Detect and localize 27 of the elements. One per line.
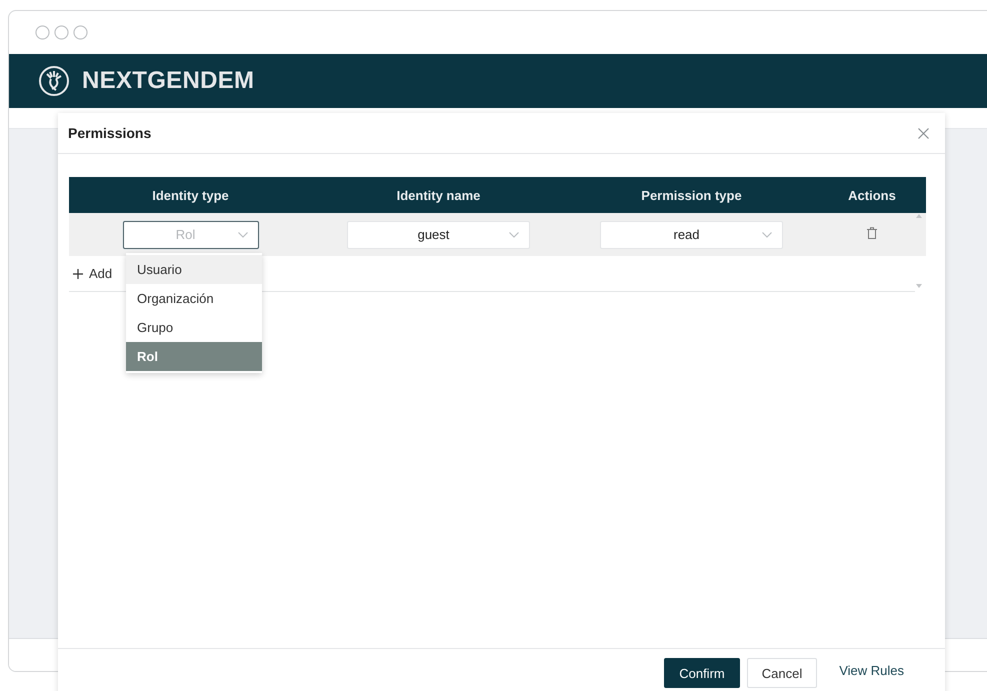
column-header: Identity name <box>312 177 565 213</box>
chevron-down-icon <box>238 232 248 238</box>
logo-icon <box>38 65 70 97</box>
chevron-down-icon <box>509 232 519 238</box>
scroll-down-icon[interactable] <box>915 284 923 289</box>
trash-icon[interactable] <box>867 226 877 238</box>
window-dot-icon[interactable] <box>73 25 88 40</box>
dropdown-option[interactable]: Rol <box>126 342 262 371</box>
column-header: Identity type <box>69 177 312 213</box>
select-field[interactable]: guest <box>347 220 530 248</box>
view-rules-link[interactable]: View Rules <box>824 655 919 685</box>
cancel-button[interactable]: Cancel <box>746 658 818 688</box>
dropdown-option[interactable]: Grupo <box>126 313 262 342</box>
column-header: Actions <box>818 177 926 213</box>
close-icon[interactable] <box>918 128 929 138</box>
window-dot-icon[interactable] <box>35 25 50 40</box>
column-header: Permission type <box>565 177 818 213</box>
dropdown-option[interactable]: Organización <box>126 284 262 313</box>
app-title: NEXTGENDEM <box>82 67 254 95</box>
dialog-title: Permissions <box>68 125 152 141</box>
add-button[interactable]: Add <box>89 266 112 281</box>
chevron-down-icon <box>762 232 772 238</box>
window-dot-icon[interactable] <box>54 25 69 40</box>
dropdown-option[interactable]: Usuario <box>126 255 262 284</box>
select-field[interactable]: read <box>600 220 783 248</box>
plus-icon[interactable] <box>73 268 83 278</box>
confirm-button[interactable]: Confirm <box>664 658 740 688</box>
